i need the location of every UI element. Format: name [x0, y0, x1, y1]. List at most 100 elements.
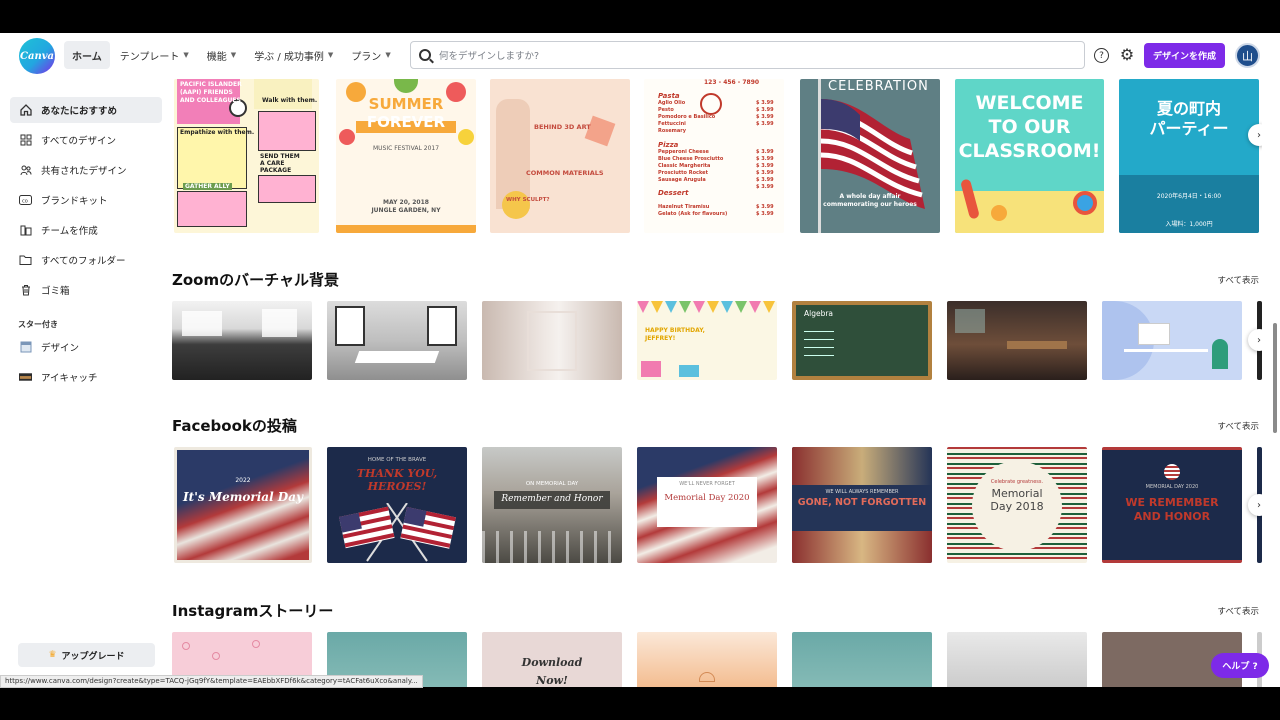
main-content: PACIFIC ISLANDER (AAPI) FRIENDS AND COLL… — [172, 79, 1262, 687]
nav-templates-label: テンプレート — [119, 51, 180, 63]
template-card[interactable] — [947, 301, 1087, 380]
template-card[interactable] — [482, 301, 622, 380]
nav-learn[interactable]: 学ぶ / 成功事例 ▼ — [246, 41, 341, 69]
brand-icon: co — [19, 194, 32, 207]
gear-icon[interactable]: ⚙ — [1118, 46, 1136, 64]
grid-icon — [19, 134, 32, 147]
crossed-flags-graphic — [339, 503, 456, 562]
main-nav: ホーム テンプレート ▼ 機能 ▼ 学ぶ / 成功事例 ▼ プラン ▼ — [64, 41, 399, 69]
canva-logo[interactable]: Canva — [19, 38, 55, 74]
card-text: Sausage Arugula — [658, 177, 706, 183]
nav-templates[interactable]: テンプレート ▼ — [112, 41, 197, 69]
card-price: $ 3.99 — [756, 204, 774, 210]
starred-heading: スター付き — [18, 320, 58, 329]
nav-plans-label: プラン — [351, 51, 382, 63]
sidebar-item-shared[interactable]: 共有されたデザイン — [10, 157, 162, 183]
see-all-link[interactable]: すべて表示 — [1217, 420, 1259, 432]
card-text: MEMORIAL DAY 2020 — [1145, 484, 1199, 490]
card-price: $ 3.99 — [756, 114, 774, 120]
svg-text:co: co — [22, 199, 28, 205]
see-all-link[interactable]: すべて表示 — [1217, 274, 1259, 286]
sidebar-item-folders[interactable]: すべてのフォルダー — [10, 247, 162, 273]
sidebar-item-all-designs[interactable]: すべてのデザイン — [10, 127, 162, 153]
template-card[interactable]: WE WILL ALWAYS REMEMBER GONE, NOT FORGOT… — [792, 447, 932, 563]
card-text: GATHER ALLY — [183, 183, 232, 190]
template-card[interactable] — [1102, 301, 1242, 380]
card-text: Aglio Olio — [658, 100, 686, 106]
card-price: $ 3.99 — [756, 121, 774, 127]
sidebar-item-trash[interactable]: ゴミ箱 — [10, 277, 162, 303]
template-card[interactable] — [792, 632, 932, 687]
zoom-template-row: HAPPY BIRTHDAY, JEFFREY! Algebra — [172, 301, 1262, 381]
template-card[interactable]: MEMORIAL DAY 2020 WE REMEMBER AND HONOR — [1102, 447, 1242, 563]
card-text: commemorating our heroes — [823, 201, 917, 208]
template-card[interactable]: CELEBRATION A whole day affair commemora… — [800, 79, 940, 233]
sidebar-item-create-team[interactable]: チームを作成 — [10, 217, 162, 243]
template-card[interactable] — [172, 301, 312, 380]
template-card[interactable]: BEHIND 3D ART COMMON MATERIALS WHY SCULP… — [490, 79, 630, 233]
crown-icon: ♛ — [48, 650, 57, 660]
template-card[interactable]: HAPPY BIRTHDAY, JEFFREY! — [637, 301, 777, 380]
sidebar-item-label: 共有されたデザイン — [41, 166, 127, 177]
chevron-down-icon: ▼ — [183, 51, 189, 59]
card-title: パーティー — [1149, 119, 1229, 138]
card-text: Prosciutto Rocket — [658, 170, 708, 176]
search-input[interactable]: 何をデザインしますか? — [410, 41, 1085, 69]
card-price: $ 3.99 — [756, 163, 774, 169]
chevron-down-icon: ▼ — [385, 51, 391, 59]
search-icon — [419, 49, 431, 61]
card-text: Pomodoro e Basilico — [658, 114, 716, 120]
template-card[interactable]: Algebra — [792, 301, 932, 380]
template-card[interactable]: 夏の町内 パーティー 2020年6月4日・16:00 入場料：1,000円 — [1119, 79, 1259, 233]
chevron-down-icon: ▼ — [230, 51, 237, 59]
sidebar-item-for-you[interactable]: あなたにおすすめ — [10, 97, 162, 123]
nav-plans[interactable]: プラン ▼ — [343, 41, 398, 69]
template-card[interactable]: 2022 It's Memorial Day — [174, 447, 312, 563]
starred-item-design[interactable]: デザイン — [10, 334, 162, 360]
starred-item-label: デザイン — [41, 343, 80, 354]
card-text: Walk with them. — [262, 97, 318, 104]
sidebar-item-brand-kit[interactable]: co ブランドキット — [10, 187, 162, 213]
card-title: Remember and Honor — [501, 494, 603, 504]
see-all-link[interactable]: すべて表示 — [1217, 605, 1259, 617]
page-scrollbar[interactable] — [1273, 323, 1277, 433]
card-text: MUSIC FESTIVAL 2017 — [372, 145, 440, 152]
nav-learn-label: 学ぶ / 成功事例 — [254, 51, 324, 63]
template-card[interactable]: Celebrate greatness. Memorial Day 2018 — [947, 447, 1087, 563]
sidebar-item-label: ブランドキット — [41, 196, 108, 207]
nav-features-label: 機能 — [206, 51, 227, 63]
upgrade-button[interactable]: ♛ アップグレード — [18, 643, 155, 667]
card-text: HOME OF THE BRAVE — [367, 457, 427, 463]
help-icon[interactable]: ? — [1094, 48, 1109, 63]
section-title: Facebookの投稿 — [172, 417, 297, 435]
nav-home[interactable]: ホーム — [64, 41, 110, 69]
template-card[interactable]: WE'LL NEVER FORGET Memorial Day 2020 — [637, 447, 777, 563]
card-text: 2020年6月4日・16:00 — [1156, 193, 1222, 200]
help-button[interactable]: ヘルプ ? — [1211, 653, 1269, 678]
search-placeholder: 何をデザインしますか? — [439, 51, 540, 62]
avatar[interactable]: 山 — [1235, 43, 1260, 68]
template-card[interactable]: SUMMER FOREVER MUSIC FESTIVAL 2017 MAY 2… — [336, 79, 476, 233]
create-design-button[interactable]: デザインを作成 — [1144, 43, 1225, 68]
template-card[interactable]: HOME OF THE BRAVE THANK YOU, HEROES! — [327, 447, 467, 563]
template-card[interactable]: 123 - 456 - 7890 Pasta Aglio Olio Pesto … — [644, 79, 784, 233]
card-text: WE'LL NEVER FORGET — [679, 481, 735, 487]
template-card[interactable] — [637, 632, 777, 687]
template-card[interactable]: Download Now! — [482, 632, 622, 687]
template-card[interactable]: ON MEMORIAL DAY Remember and Honor — [482, 447, 622, 563]
trash-icon — [19, 284, 32, 297]
card-title: Download Now! — [521, 656, 583, 687]
template-card[interactable] — [947, 632, 1087, 687]
card-title: FOREVER — [366, 113, 446, 131]
sidebar-item-label: すべてのフォルダー — [41, 256, 126, 267]
card-title: SUMMER — [368, 95, 444, 113]
template-card[interactable]: PACIFIC ISLANDER (AAPI) FRIENDS AND COLL… — [174, 79, 319, 233]
starred-item-eyecatch[interactable]: アイキャッチ — [10, 364, 162, 390]
top-bar: Canva ホーム テンプレート ▼ 機能 ▼ 学ぶ / 成功事例 ▼ プラン ▼ 何を… — [0, 33, 1280, 79]
template-card[interactable]: WELCOME TO OUR CLASSROOM! — [955, 79, 1104, 233]
section-title: Zoomのバーチャル背景 — [172, 271, 339, 289]
nav-features[interactable]: 機能 ▼ — [199, 41, 244, 69]
sidebar-item-label: あなたにおすすめ — [41, 106, 118, 117]
template-card[interactable] — [327, 301, 467, 380]
card-text: JUNGLE GARDEN, NY — [371, 207, 441, 214]
